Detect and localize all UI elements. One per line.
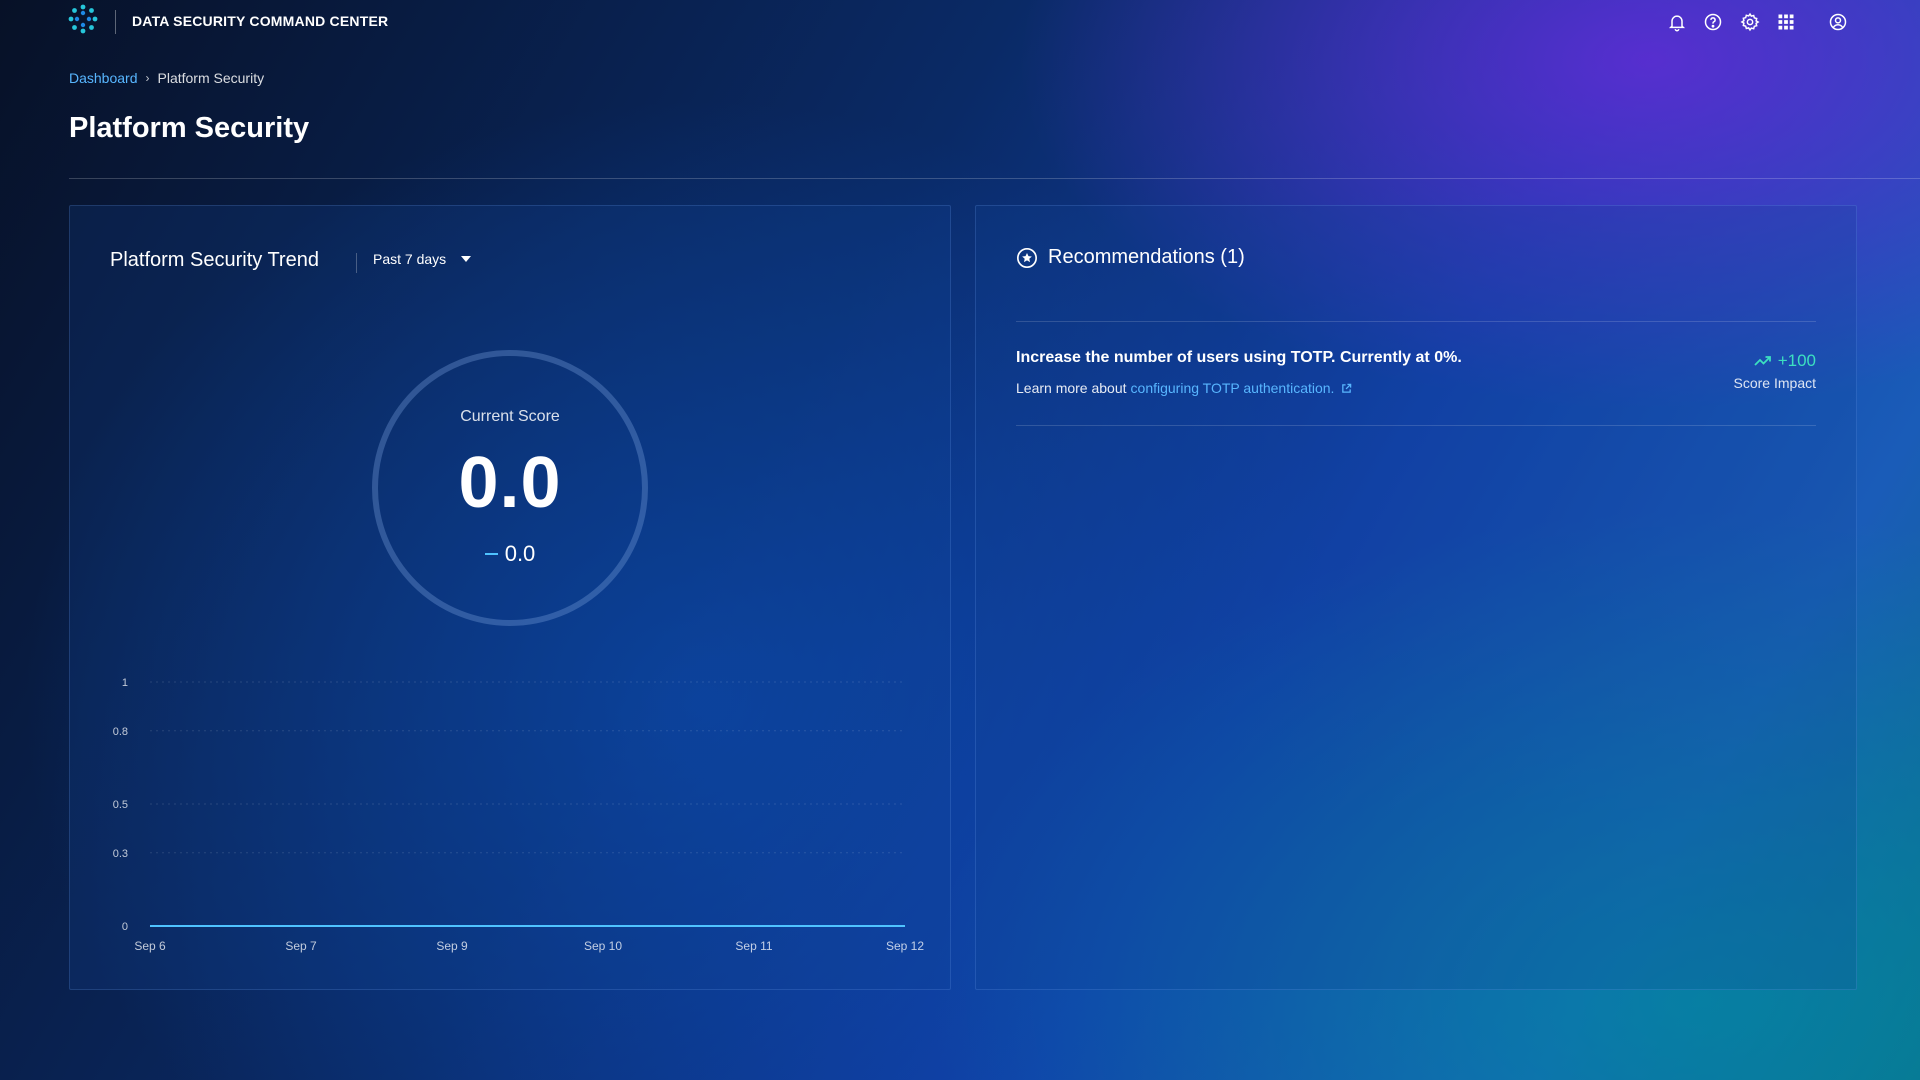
- x-tick-label: Sep 7: [285, 939, 317, 953]
- score-impact: +100 Score Impact: [1734, 351, 1816, 391]
- recommendation-title: Increase the number of users using TOTP.…: [1016, 349, 1462, 366]
- x-tick-label: Sep 9: [436, 939, 468, 953]
- star-badge-icon: [1017, 247, 1037, 268]
- y-tick-label: 0.5: [113, 799, 128, 811]
- help-icon[interactable]: [1702, 11, 1724, 33]
- time-range-dropdown[interactable]: Past 7 days: [373, 251, 472, 267]
- totp-config-link-text: configuring TOTP authentication.: [1130, 380, 1335, 396]
- recommendations-header: Recommendations (1): [1016, 246, 1245, 269]
- x-tick-label: Sep 6: [134, 939, 166, 953]
- trend-title: Platform Security Trend: [110, 249, 319, 271]
- caret-down-icon: [461, 256, 472, 262]
- score-impact-value-row: +100: [1734, 351, 1816, 371]
- security-trend-card: Platform Security Trend Past 7 days Curr…: [69, 205, 951, 990]
- y-tick-label: 0.8: [113, 726, 128, 738]
- learn-more-prefix: Learn more about: [1016, 380, 1127, 396]
- app-logo-icon[interactable]: [68, 4, 98, 34]
- app-title: DATA SECURITY COMMAND CENTER: [132, 13, 389, 29]
- external-link-icon: [1342, 383, 1352, 393]
- notification-icon[interactable]: [1666, 11, 1688, 33]
- page-title: Platform Security: [69, 112, 310, 144]
- score-impact-label: Score Impact: [1733, 375, 1816, 391]
- y-tick-label: 1: [122, 677, 128, 689]
- recommendations-card: Recommendations (1) Increase the number …: [975, 205, 1857, 990]
- recommendations-title: Recommendations (1): [1048, 246, 1245, 268]
- current-score-label: Current Score: [460, 408, 560, 425]
- no-change-dash-icon: [484, 553, 498, 555]
- user-profile-icon[interactable]: [1827, 11, 1849, 33]
- score-impact-value: +100: [1777, 351, 1816, 370]
- y-tick-label: 0.3: [113, 848, 128, 860]
- current-score-value: 0.0: [458, 443, 562, 523]
- x-tick-label: Sep 10: [584, 939, 622, 953]
- x-tick-label: Sep 12: [886, 939, 924, 953]
- top-bar: DATA SECURITY COMMAND CENTER: [0, 0, 1920, 44]
- totp-config-link[interactable]: configuring TOTP authentication.: [1131, 380, 1353, 396]
- settings-icon[interactable]: [1739, 11, 1761, 33]
- breadcrumb-current: Platform Security: [157, 70, 265, 86]
- score-change: 0.0: [369, 541, 651, 567]
- trending-up-icon: [1754, 356, 1771, 366]
- breadcrumb-link-dashboard[interactable]: Dashboard: [69, 70, 138, 86]
- y-tick-label: 0: [122, 921, 128, 933]
- logo-divider: [115, 10, 116, 34]
- score-change-value: 0.0: [504, 541, 536, 566]
- page-divider: [69, 178, 1920, 179]
- recommendation-divider-top: [1016, 321, 1816, 322]
- breadcrumb: Dashboard › Platform Security: [69, 70, 264, 86]
- chevron-right-icon: ›: [145, 71, 150, 85]
- recommendation-learn-more: Learn more about configuring TOTP authen…: [1016, 380, 1352, 396]
- recommendation-divider-bottom: [1016, 425, 1816, 426]
- trend-title-divider: [356, 253, 357, 273]
- trend-line-chart: 0 0.3 0.5 0.8 1 Sep 6 Sep 7 Sep 9 Sep 10 Sep 11 Se…: [113, 677, 925, 953]
- apps-grid-icon[interactable]: [1775, 11, 1797, 33]
- x-tick-label: Sep 11: [735, 939, 772, 953]
- time-range-value: Past 7 days: [373, 251, 447, 267]
